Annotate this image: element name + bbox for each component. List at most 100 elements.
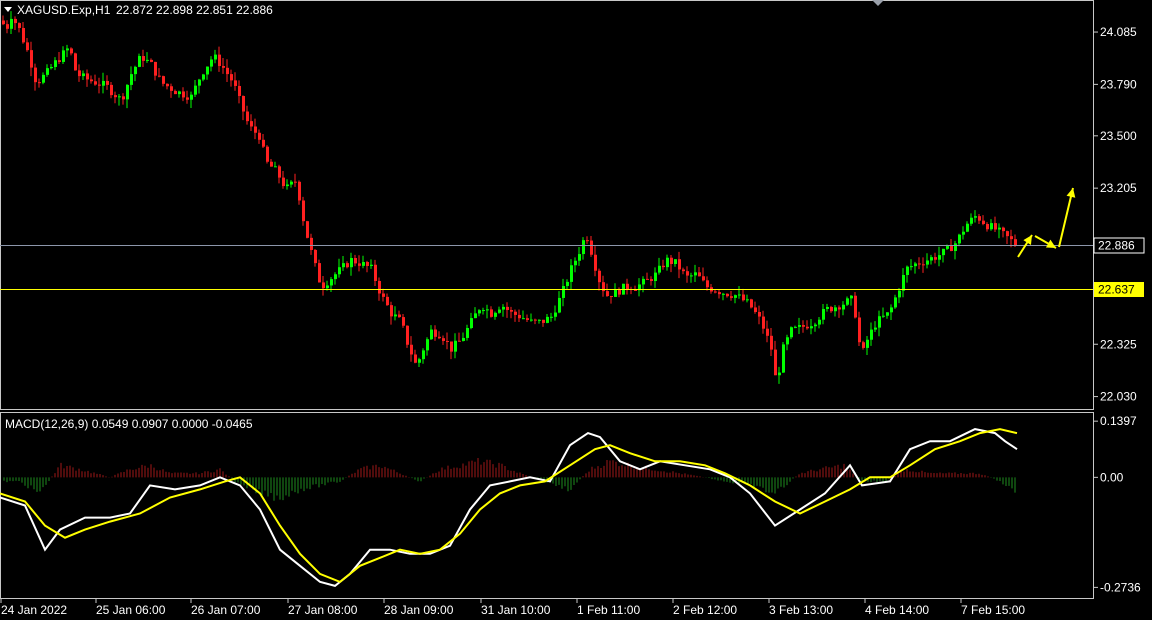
time-tick-label: 1 Feb 11:00 [577,603,640,617]
candle-body [6,24,9,29]
candle-body [270,161,273,167]
candle-body [914,263,917,267]
candle [266,145,269,164]
candle-body [62,50,65,62]
candle-body [498,309,501,313]
candle-body [14,18,17,24]
candle-body [670,257,673,264]
candle-body [798,325,801,327]
time-tick-label: 4 Feb 14:00 [865,603,929,617]
candle-body [218,54,221,67]
candle-body [298,181,301,201]
candle-body [338,267,341,275]
candle-body [294,181,297,183]
candle-body [410,344,413,355]
candle-body [214,54,217,60]
price-tick-label: 24.085 [1100,25,1137,39]
candle-body [154,61,157,76]
candle-body [818,319,821,325]
bid-price-tag-text: 22.886 [1098,239,1135,253]
candle-body [722,293,725,295]
time-tick-label: 2 Feb 12:00 [673,603,737,617]
candle-body [302,200,305,222]
candle-body [502,306,505,310]
candle-body [278,166,281,178]
candle-body [34,67,37,83]
candle-body [470,318,473,329]
price-tick-label: 22.325 [1100,337,1137,351]
candle-body [202,74,205,80]
candle-body [230,74,233,81]
candle-body [198,79,201,86]
candle-body [978,216,981,221]
candle-body [558,297,561,313]
candle-body [146,59,149,61]
candle-body [594,254,597,271]
candle-body [370,264,373,266]
candle-body [646,278,649,280]
candle-body [974,216,977,218]
time-tick-label: 7 Feb 15:00 [961,603,1025,617]
candle-body [42,74,45,83]
candle-body [206,66,209,75]
time-tick-label: 31 Jan 10:00 [481,603,551,617]
candle-body [518,314,521,319]
time-tick-label: 26 Jan 07:00 [191,603,261,617]
candle-body [870,329,873,340]
candle-body [490,309,493,317]
candle-body [434,329,437,337]
candle-body [678,259,681,270]
candle-body [642,278,645,285]
candle-body [742,294,745,301]
candle-body [662,265,665,268]
candle-body [970,217,973,224]
candle-body [190,94,193,100]
candle-body [166,83,169,87]
candle-body [38,82,41,84]
candle-body [66,48,69,51]
candle-body [390,305,393,317]
candle-body [450,341,453,352]
candle-body [354,258,357,264]
candle-body [766,328,769,336]
candle-body [734,295,737,298]
candle-body [22,27,25,43]
candle-body [938,255,941,260]
candle-body [258,132,261,140]
candle-body [582,240,585,255]
candle-body [318,263,321,283]
candle-body [274,166,277,168]
candle-body [94,81,97,85]
candle-body [606,291,609,297]
candle-body [254,126,257,133]
candle-body [362,262,365,266]
candle-body [586,240,589,242]
candle-body [158,75,161,77]
candle-body [286,184,289,187]
candle-body [834,307,837,312]
time-tick-label: 28 Jan 09:00 [384,603,454,617]
candle-body [358,263,361,266]
candle-body [838,307,841,310]
candle-body [446,340,449,342]
candle-body [890,307,893,313]
candle-body [578,254,581,261]
candle-body [18,23,21,28]
candle-body [894,297,897,308]
candle-body [474,313,477,319]
candle-body [998,227,1001,230]
macd-tick-label: -0.2736 [1100,580,1141,594]
time-tick-label: 27 Jan 08:00 [288,603,358,617]
candle-body [962,231,965,235]
candle [74,52,77,71]
candle-body [118,96,121,98]
candle-body [342,263,345,268]
candle-body [402,317,405,326]
candle-body [282,177,285,187]
candle-body [546,316,549,323]
candle-body [50,66,53,69]
candle-body [386,296,389,306]
candle [782,342,785,374]
candle-body [806,326,809,329]
candle-body [98,84,101,86]
